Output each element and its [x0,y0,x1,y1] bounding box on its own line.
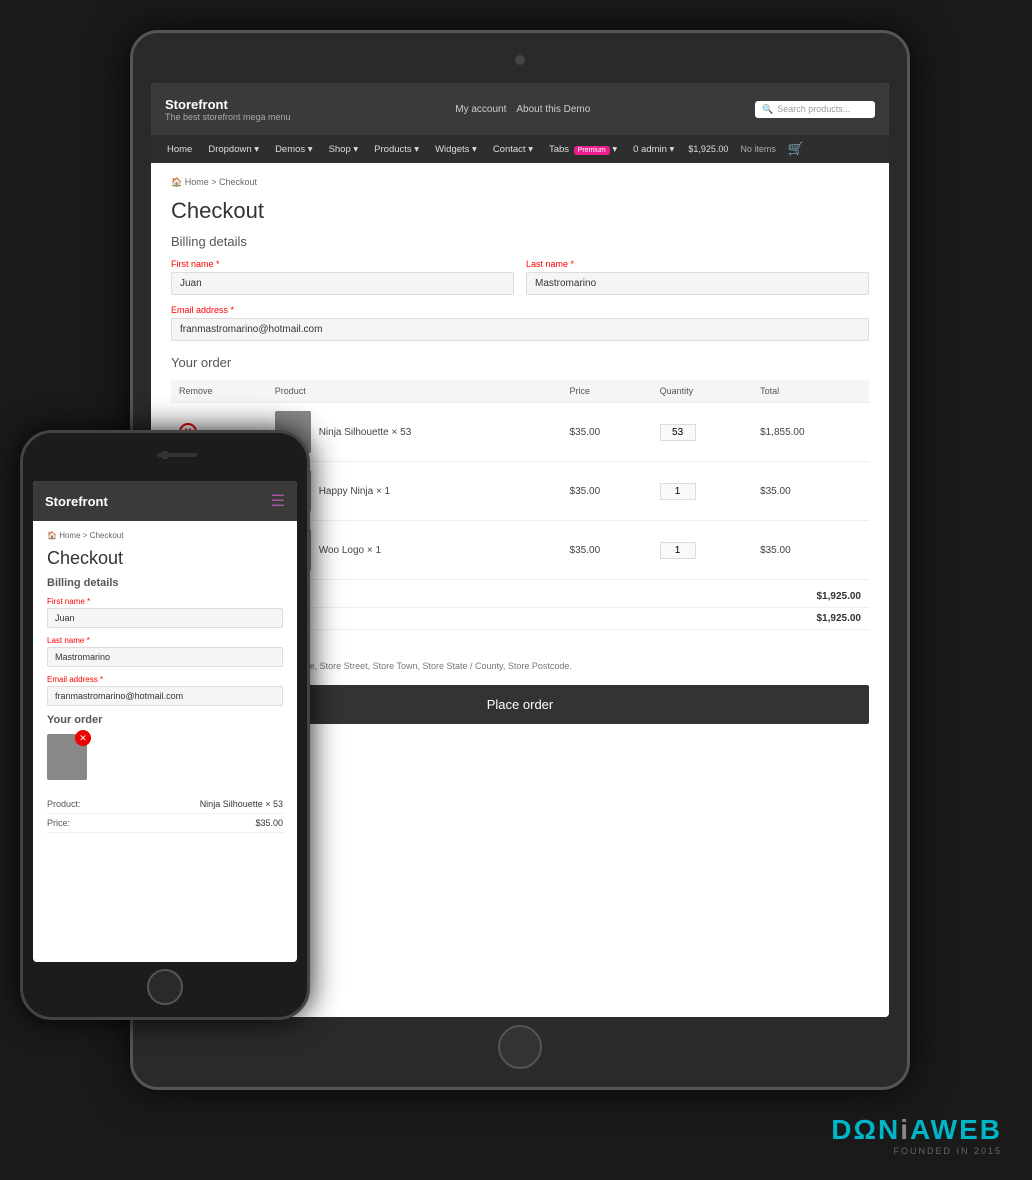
phone-breadcrumb: 🏠 Home > Checkout [47,531,283,540]
tablet-header-links: My account About this Demo [455,104,590,115]
phone-home-button[interactable] [147,969,183,1005]
first-name-input[interactable] [171,272,514,295]
phone-first-name-label: First name * [47,597,283,606]
phone-billing-title: Billing details [47,577,283,589]
phone-product-label: Product: [47,799,81,809]
nav-contact[interactable]: Contact ▾ [491,139,535,160]
tablet-breadcrumb: 🏠 Home > Checkout [171,177,869,188]
tablet-site-subtitle: The best storefront mega menu [165,112,291,122]
last-name-input[interactable] [526,272,869,295]
subtotal-value: $1,925.00 [817,591,862,602]
col-product: Product [267,380,562,403]
nav-demos[interactable]: Demos ▾ [273,139,315,160]
nav-products[interactable]: Products ▾ [372,139,421,160]
nav-home[interactable]: Home [165,139,194,160]
phone-first-name-input[interactable] [47,608,283,628]
quantity-input[interactable] [660,424,696,441]
phone-screen: Storefront ☰ 🏠 Home > Checkout Checkout … [33,481,297,962]
tablet-camera [515,55,525,65]
phone-header: Storefront ☰ [33,481,297,521]
premium-badge: Premium [574,146,610,155]
phone-last-name-label: Last name * [47,636,283,645]
phone-order-item: ✕ [47,734,87,780]
nav-price: $1,925.00 [688,144,728,154]
phone-first-name-group: First name * [47,597,283,628]
email-group: Email address * [171,305,869,341]
doniaweb-logo: DΩNiAWEB FOUNDED IN 2015 [831,1114,1002,1156]
tablet-home-button[interactable] [498,1025,542,1069]
col-remove: Remove [171,380,267,403]
phone-email-label: Email address * [47,675,283,684]
cart-icon[interactable]: 🛒 [788,141,804,157]
product-price: $35.00 [562,403,652,462]
phone-last-name-input[interactable] [47,647,283,667]
col-price: Price [562,380,652,403]
last-name-label: Last name * [526,259,869,269]
phone-speaker [157,453,197,457]
first-name-label: First name * [171,259,514,269]
phone-email-group: Email address * [47,675,283,706]
hamburger-menu-icon[interactable]: ☰ [271,491,285,511]
order-title: Your order [171,355,869,370]
phone-last-name-group: Last name * [47,636,283,667]
phone-product-row: Product: Ninja Silhouette × 53 [47,795,283,814]
phone-remove-button[interactable]: ✕ [75,730,91,746]
tablet-logo: Storefront The best storefront mega menu [165,97,291,122]
about-demo-link[interactable]: About this Demo [516,104,590,115]
tablet-site-title: Storefront [165,97,291,112]
email-label: Email address * [171,305,869,315]
nav-items-count: No items [740,144,776,154]
total-value: $1,925.00 [817,613,862,624]
phone-price-value: $35.00 [255,818,283,828]
nav-widgets[interactable]: Widgets ▾ [433,139,479,160]
product-name: Ninja Silhouette × 53 [319,427,412,438]
phone-price-label: Price: [47,818,70,828]
phone-device: Storefront ☰ 🏠 Home > Checkout Checkout … [20,430,310,1020]
product-price: $35.00 [562,521,652,580]
phone-price-row: Price: $35.00 [47,814,283,833]
doniaweb-brand: DΩNiAWEB [831,1114,1002,1146]
search-icon: 🔍 [762,104,773,115]
email-input[interactable] [171,318,869,341]
tablet-nav: Home Dropdown ▾ Demos ▾ Shop ▾ Products … [151,135,889,163]
nav-dropdown[interactable]: Dropdown ▾ [206,139,261,160]
doniaweb-founded: FOUNDED IN 2015 [893,1146,1002,1156]
page-title: Checkout [171,198,869,224]
phone-site-title: Storefront [45,494,108,509]
quantity-input[interactable] [660,483,696,500]
phone-page-title: Checkout [47,548,283,569]
phone-content: 🏠 Home > Checkout Checkout Billing detai… [33,521,297,962]
name-row: First name * Last name * [171,259,869,295]
tablet-search[interactable]: 🔍 Search products... [755,101,875,118]
tablet-header: Storefront The best storefront mega menu… [151,83,889,135]
phone-product-value: Ninja Silhouette × 53 [200,799,283,809]
phone-order-title: Your order [47,714,283,726]
home-icon: 🏠 [47,531,57,540]
product-price: $35.00 [562,462,652,521]
product-total: $35.00 [752,521,869,580]
first-name-group: First name * [171,259,514,295]
nav-admin[interactable]: 0 admin ▾ [631,139,676,160]
phone-email-input[interactable] [47,686,283,706]
home-icon: 🏠 [171,177,182,187]
product-total: $35.00 [752,462,869,521]
product-total: $1,855.00 [752,403,869,462]
product-name: Woo Logo × 1 [319,545,381,556]
product-name: Happy Ninja × 1 [319,486,390,497]
col-quantity: Quantity [652,380,752,403]
my-account-link[interactable]: My account [455,104,506,115]
billing-title: Billing details [171,234,869,249]
nav-shop[interactable]: Shop ▾ [327,139,361,160]
nav-tabs[interactable]: Tabs Premium ▾ [547,139,619,160]
phone-order-section: Your order ✕ Product: Ninja Silhouette ×… [47,714,283,833]
quantity-input[interactable] [660,542,696,559]
col-total: Total [752,380,869,403]
last-name-group: Last name * [526,259,869,295]
search-placeholder: Search products... [777,104,850,114]
